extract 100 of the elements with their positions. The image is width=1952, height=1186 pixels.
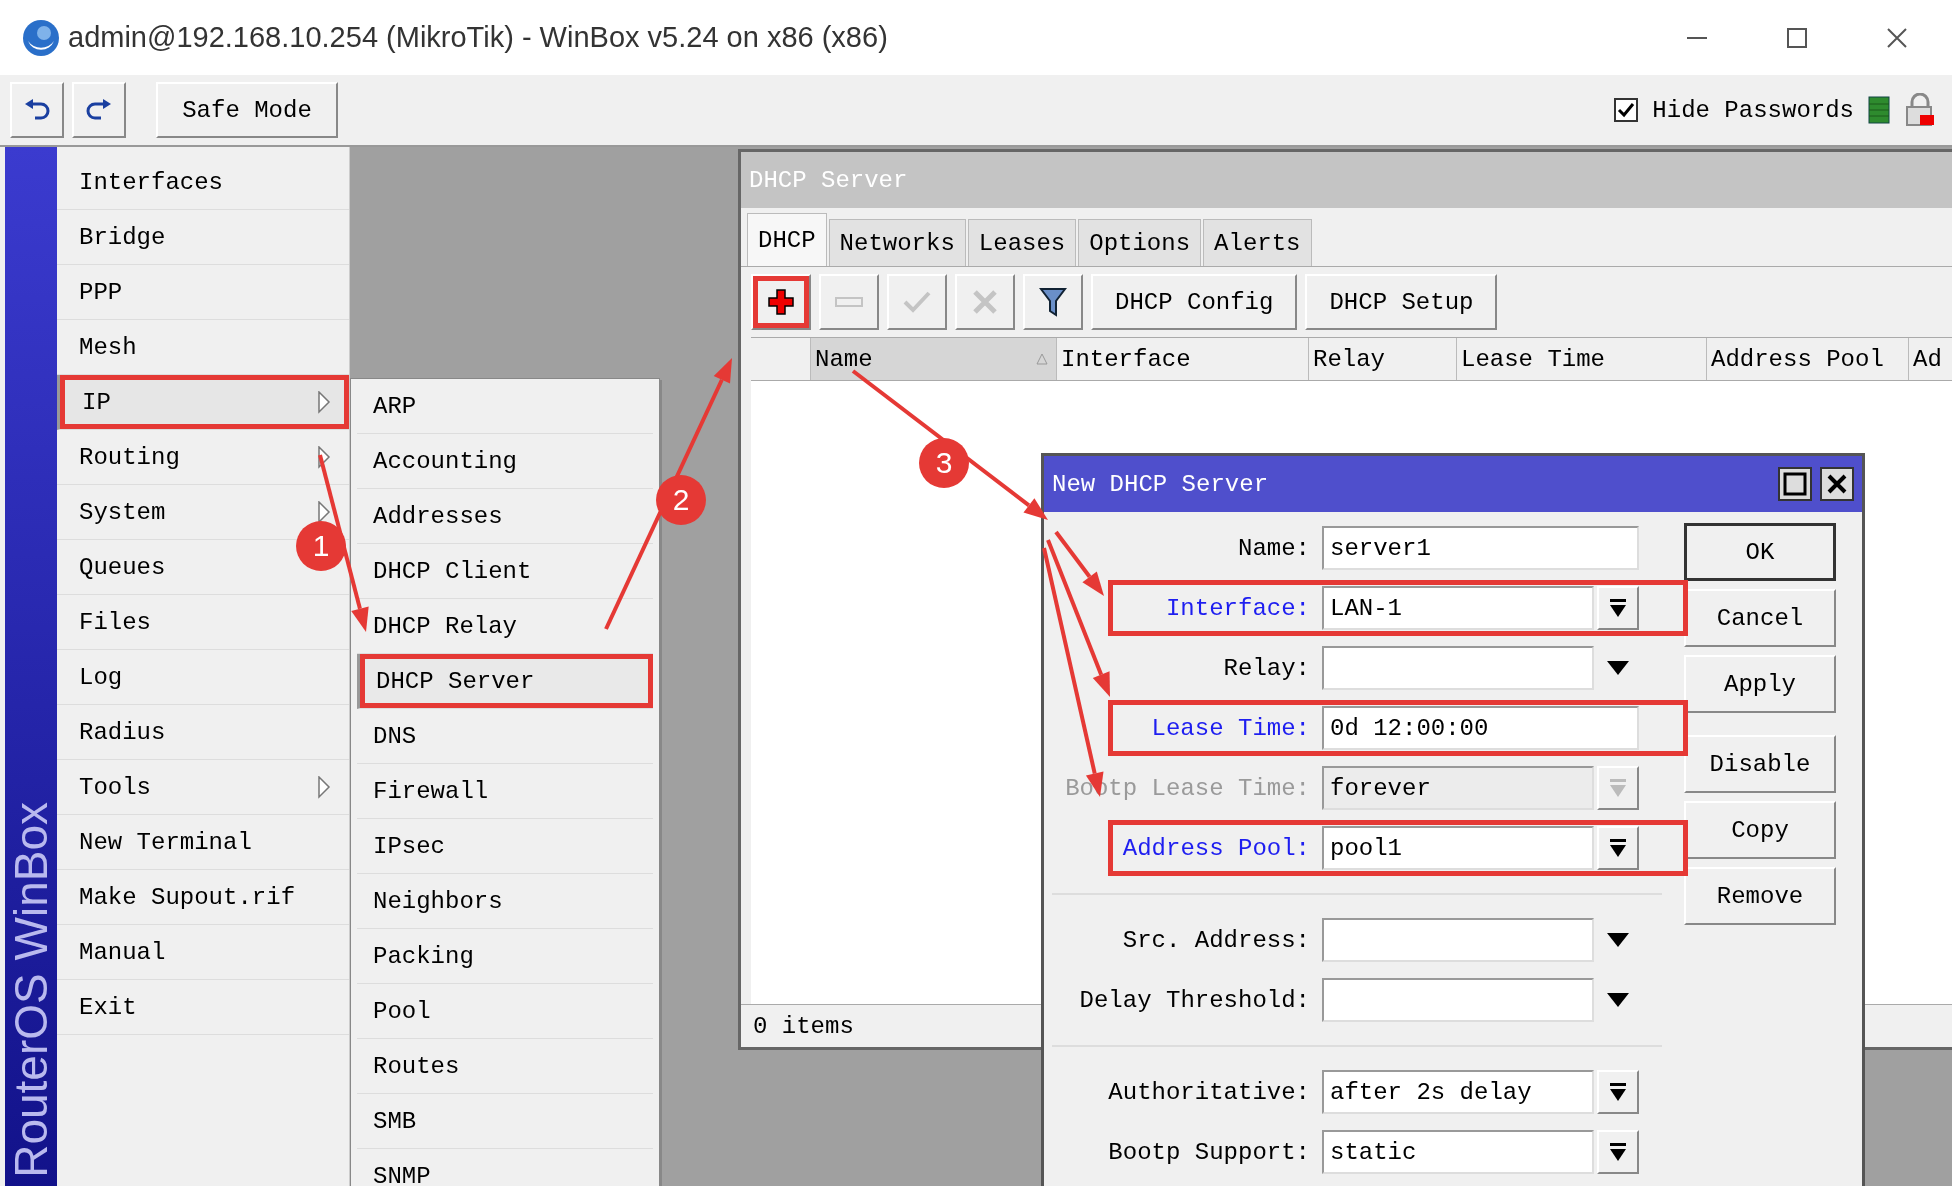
menu-item[interactable]: Routing bbox=[57, 430, 349, 485]
toolbar-button[interactable]: DHCP Config bbox=[1091, 274, 1298, 330]
redo-icon bbox=[85, 98, 113, 122]
cross-icon bbox=[972, 289, 998, 315]
redo-button[interactable] bbox=[72, 82, 126, 138]
maximize-icon[interactable] bbox=[1778, 467, 1812, 501]
submenu-item[interactable]: Firewall bbox=[357, 764, 653, 819]
dropdown-icon bbox=[1609, 778, 1627, 798]
submenu-item[interactable]: SMB bbox=[357, 1094, 653, 1149]
column-header[interactable]: Relay bbox=[1309, 338, 1457, 380]
submenu-item[interactable]: Neighbors bbox=[357, 874, 653, 929]
toolbar-button[interactable]: DHCP Setup bbox=[1305, 274, 1498, 330]
close-icon[interactable] bbox=[1887, 27, 1907, 48]
menu-item[interactable]: Files bbox=[57, 595, 349, 650]
tab[interactable]: DHCP bbox=[747, 213, 827, 266]
menu-item[interactable]: Bridge bbox=[57, 210, 349, 265]
close-icon[interactable] bbox=[1820, 467, 1854, 501]
menu-item[interactable]: New Terminal bbox=[57, 815, 349, 870]
safe-mode-button[interactable]: Safe Mode bbox=[156, 82, 338, 138]
input-field[interactable]: pool1 bbox=[1322, 826, 1594, 870]
dropdown-icon bbox=[1609, 1082, 1627, 1102]
submenu-item[interactable]: DHCP Client bbox=[357, 544, 653, 599]
submenu-arrow-icon bbox=[318, 500, 331, 524]
dialog-button[interactable]: OK bbox=[1684, 523, 1836, 581]
add-button[interactable] bbox=[751, 274, 811, 330]
checkbox-label: Hide Passwords bbox=[1652, 96, 1854, 124]
dialog-button[interactable]: Apply bbox=[1684, 655, 1836, 713]
checkbox[interactable] bbox=[1614, 98, 1639, 122]
dropdown-arrow-icon[interactable] bbox=[1607, 993, 1629, 1007]
submenu-item[interactable]: DHCP Server bbox=[357, 654, 653, 709]
dropdown-button[interactable] bbox=[1597, 1130, 1639, 1174]
maximize-icon[interactable] bbox=[1787, 27, 1807, 48]
submenu-item[interactable]: Routes bbox=[357, 1039, 653, 1094]
column-header[interactable]: Interface bbox=[1057, 338, 1309, 380]
field-label: Relay: bbox=[1222, 654, 1311, 682]
submenu-item[interactable]: Packing bbox=[357, 929, 653, 984]
menu-item[interactable]: Tools bbox=[57, 760, 349, 815]
dialog-button[interactable]: Cancel bbox=[1684, 589, 1836, 647]
submenu-item[interactable]: SNMP bbox=[357, 1149, 653, 1186]
menu-item[interactable]: Log bbox=[57, 650, 349, 705]
input-field[interactable]: static bbox=[1322, 1130, 1594, 1174]
menu-item[interactable]: PPP bbox=[57, 265, 349, 320]
dropdown-icon bbox=[1609, 838, 1627, 858]
input-field[interactable] bbox=[1322, 918, 1594, 962]
menu-item[interactable]: Make Supout.rif bbox=[57, 870, 349, 925]
menu-item[interactable]: Radius bbox=[57, 705, 349, 760]
dialog-title: New DHCP Server bbox=[1052, 470, 1269, 498]
dialog-button[interactable]: Copy bbox=[1684, 801, 1836, 859]
lock-icon bbox=[1904, 93, 1936, 127]
dropdown-icon bbox=[1609, 1142, 1627, 1162]
status-indicator-icon bbox=[1868, 96, 1890, 124]
submenu-item[interactable]: DNS bbox=[357, 709, 653, 764]
plus-icon bbox=[767, 288, 795, 316]
tab[interactable]: Alerts bbox=[1203, 219, 1312, 266]
submenu-arrow-icon bbox=[318, 775, 331, 799]
dropdown-arrow-icon[interactable] bbox=[1607, 933, 1629, 947]
window-title: DHCP Server bbox=[741, 152, 1952, 208]
brand-text: RouterOS WinBox bbox=[5, 802, 57, 1180]
dropdown-button[interactable] bbox=[1597, 826, 1639, 870]
input-field[interactable] bbox=[1322, 978, 1594, 1022]
dropdown-arrow-icon[interactable] bbox=[1607, 661, 1629, 675]
tab[interactable]: Leases bbox=[967, 219, 1077, 266]
filter-button[interactable] bbox=[1023, 274, 1083, 330]
tab[interactable]: Networks bbox=[828, 219, 966, 266]
menu-item[interactable]: Manual bbox=[57, 925, 349, 980]
dropdown-button[interactable] bbox=[1597, 586, 1639, 630]
field-label: Src. Address: bbox=[1121, 926, 1311, 954]
column-header[interactable]: Name bbox=[811, 338, 1057, 380]
column-header[interactable]: Lease Time bbox=[1457, 338, 1707, 380]
submenu-item[interactable]: Pool bbox=[357, 984, 653, 1039]
menu-item[interactable]: IP bbox=[57, 375, 349, 430]
sort-icon bbox=[1036, 353, 1048, 365]
check-icon bbox=[903, 290, 931, 314]
submenu-item[interactable]: ARP bbox=[357, 379, 653, 434]
submenu-arrow-icon bbox=[318, 390, 331, 414]
submenu-arrow-icon bbox=[318, 445, 331, 469]
input-field[interactable] bbox=[1322, 646, 1594, 690]
input-field[interactable]: LAN-1 bbox=[1322, 586, 1594, 630]
menu-item[interactable]: Interfaces bbox=[57, 155, 349, 210]
submenu-item[interactable]: Addresses bbox=[357, 489, 653, 544]
dialog-button[interactable]: Disable bbox=[1684, 735, 1836, 793]
submenu-item[interactable]: IPsec bbox=[357, 819, 653, 874]
menu-item[interactable]: Exit bbox=[57, 980, 349, 1035]
column-header[interactable]: Address Pool bbox=[1707, 338, 1909, 380]
field-label: Interface: bbox=[1164, 594, 1311, 622]
field-label: Lease Time: bbox=[1150, 714, 1311, 742]
submenu-item[interactable]: Accounting bbox=[357, 434, 653, 489]
input-field[interactable]: server1 bbox=[1322, 526, 1639, 570]
field-label: Address Pool: bbox=[1121, 834, 1311, 862]
window-title: admin@192.168.10.254 (MikroTik) - WinBox v5.24 on x86 (x86) bbox=[68, 21, 888, 54]
dropdown-button[interactable] bbox=[1597, 1070, 1639, 1114]
undo-button[interactable] bbox=[10, 82, 64, 138]
field-label: Name: bbox=[1237, 534, 1311, 562]
input-field[interactable]: after 2s delay bbox=[1322, 1070, 1594, 1114]
column-header[interactable]: Ad bbox=[1909, 338, 1952, 380]
undo-icon bbox=[23, 98, 51, 122]
minimize-icon[interactable] bbox=[1687, 36, 1707, 39]
dialog-button[interactable]: Remove bbox=[1684, 867, 1836, 925]
input-field[interactable]: 0d 12:00:00 bbox=[1322, 706, 1639, 750]
tab[interactable]: Options bbox=[1078, 219, 1202, 266]
